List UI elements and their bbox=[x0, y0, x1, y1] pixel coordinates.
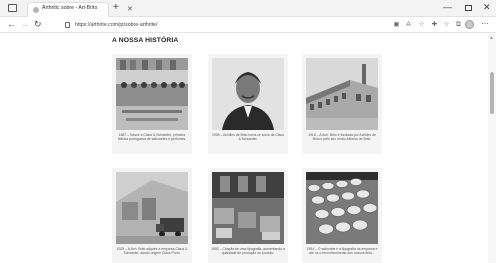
history-card[interactable]: 1908 – Achilles de Brito torna-se sócio … bbox=[208, 54, 288, 154]
collections-icon[interactable]: ⧉ bbox=[454, 20, 463, 29]
star-icon[interactable]: ☆ bbox=[417, 20, 426, 29]
more-icon[interactable]: ⋯ bbox=[481, 18, 489, 30]
soap-bars-photo bbox=[306, 172, 378, 244]
portrait-photo bbox=[212, 58, 284, 130]
favorites-icon[interactable]: ☆ bbox=[442, 20, 451, 29]
tab-actions-icon[interactable] bbox=[8, 4, 17, 12]
page-content: A NOSSA HISTÓRIA 1887 – Nasce a Claus & … bbox=[0, 34, 487, 263]
window-close-button[interactable]: ✕ bbox=[483, 1, 491, 13]
factory-building-photo bbox=[306, 58, 378, 130]
minimize-button[interactable]: — bbox=[443, 1, 452, 13]
maximize-button[interactable] bbox=[465, 5, 472, 11]
card-caption: 1887 – Nasce a Claus & Schweder, primeir… bbox=[117, 133, 187, 142]
printing-room-photo bbox=[212, 172, 284, 244]
card-caption: 1950 – Criação de uma tipografia, aument… bbox=[211, 247, 285, 256]
close-icon[interactable]: ✕ bbox=[127, 5, 133, 15]
card-caption: 1925 – A Ach. Brito adquire a empresa Cl… bbox=[116, 247, 188, 256]
card-caption: 1918 – A Ach. Brito é fundada por Achill… bbox=[308, 133, 376, 142]
history-card[interactable]: 1994 – O sabonete e a tipografia da empr… bbox=[302, 168, 382, 263]
reload-button[interactable]: ↻ bbox=[34, 18, 42, 31]
lock-icon[interactable] bbox=[65, 22, 70, 28]
back-button[interactable]: ← bbox=[7, 18, 16, 31]
history-card[interactable]: 1887 – Nasce a Claus & Schweder, primeir… bbox=[112, 54, 192, 154]
factory-workers-photo bbox=[116, 58, 188, 130]
history-card[interactable]: 1918 – A Ach. Brito é fundada por Achill… bbox=[302, 54, 382, 154]
new-tab-button[interactable]: + bbox=[113, 1, 119, 14]
forward-button[interactable]: → bbox=[20, 18, 29, 31]
history-card[interactable]: 1950 – Criação de uma tipografia, aument… bbox=[208, 168, 288, 263]
profile-icon[interactable] bbox=[465, 20, 474, 29]
read-aloud-icon[interactable]: A bbox=[404, 20, 413, 29]
browser-tab[interactable]: Arthritic sobre - Art-Brito ✕ bbox=[27, 2, 133, 17]
warehouse-truck-photo bbox=[116, 172, 188, 244]
tab-bar: Arthritic sobre - Art-Brito ✕ + — ✕ bbox=[0, 0, 496, 17]
favicon-icon bbox=[33, 7, 39, 13]
browser-toolbar: ← → ↻ https://arthrite.com/pt/sobre-arth… bbox=[0, 17, 496, 33]
extensions-icon[interactable]: ✚ bbox=[430, 20, 439, 29]
scroll-thumb[interactable] bbox=[490, 72, 494, 114]
apps-icon[interactable]: ▣ bbox=[392, 20, 401, 29]
tab-title: Arthritic sobre - Art-Brito bbox=[42, 5, 98, 11]
scroll-up-icon[interactable]: ▲ bbox=[489, 35, 494, 41]
page-title: A NOSSA HISTÓRIA bbox=[112, 37, 179, 44]
vertical-scrollbar[interactable]: ▲ bbox=[488, 34, 496, 263]
card-caption: 1908 – Achilles de Brito torna-se sócio … bbox=[212, 133, 284, 142]
address-url[interactable]: https://arthrite.com/pt/sobre-arthrite/ bbox=[75, 21, 157, 29]
history-card[interactable]: 1925 – A Ach. Brito adquire a empresa Cl… bbox=[112, 168, 192, 263]
address-bar[interactable]: https://arthrite.com/pt/sobre-arthrite/ bbox=[50, 19, 388, 31]
card-caption: 1994 – O sabonete e a tipografia da empr… bbox=[306, 247, 378, 256]
